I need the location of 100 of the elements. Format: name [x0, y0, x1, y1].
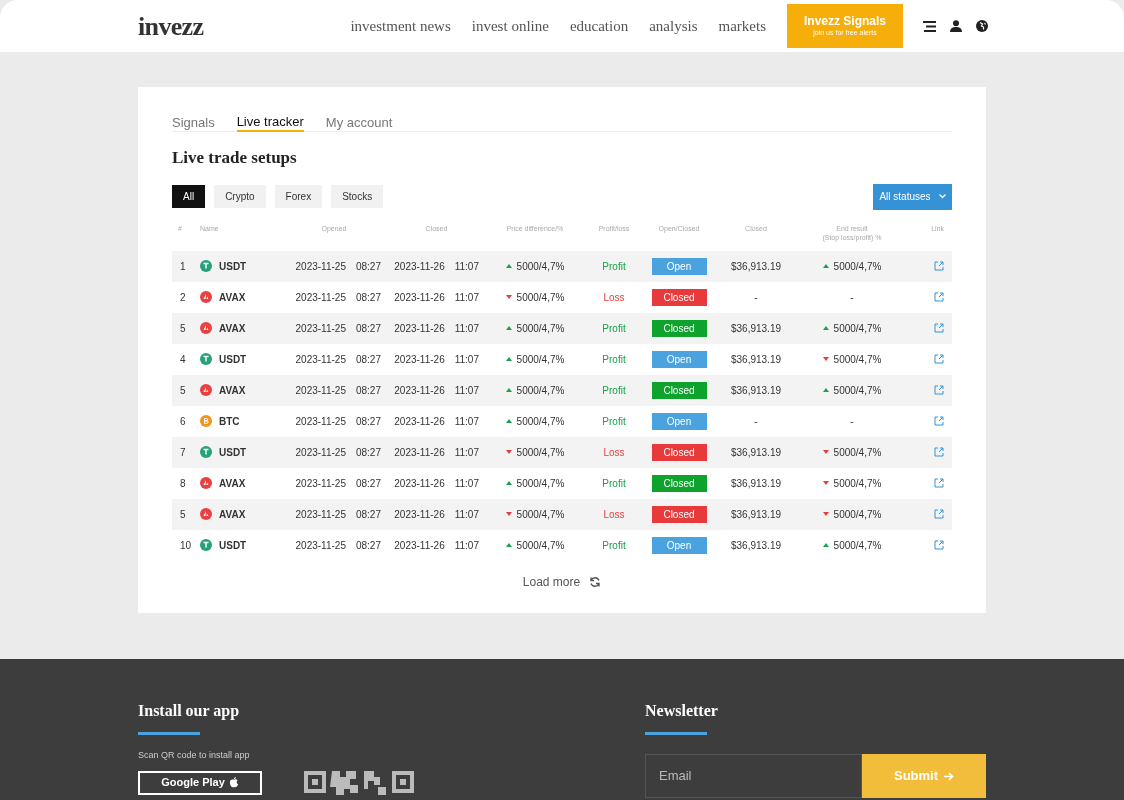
apple-icon — [228, 777, 239, 788]
store-button[interactable]: Google Play — [138, 770, 262, 795]
globe-icon[interactable] — [976, 20, 988, 32]
closed-value: - — [754, 414, 758, 429]
nav-link[interactable]: markets — [718, 14, 766, 38]
external-link-icon[interactable] — [934, 416, 944, 426]
closed-value: $36,913.19 — [730, 507, 782, 522]
result-text: Profit — [602, 538, 626, 553]
date-text: 2023-11-26 — [394, 414, 445, 429]
time-text: 11:07 — [454, 290, 479, 305]
external-link-icon[interactable] — [934, 540, 944, 550]
date-text: 2023-11-25 — [295, 445, 346, 460]
date-text: 2023-11-25 — [295, 321, 346, 336]
status-badge: Open — [651, 412, 707, 430]
date-text: 2023-11-25 — [295, 414, 346, 429]
external-link-icon[interactable] — [934, 509, 944, 519]
nav-link[interactable]: analysis — [649, 14, 698, 38]
tab[interactable]: My account — [325, 113, 393, 132]
date-text: 2023-11-26 — [394, 290, 445, 305]
time-text: 11:07 — [454, 445, 479, 460]
result-text: Profit — [602, 476, 626, 491]
time-text: 11:07 — [454, 414, 479, 429]
down-triangle-icon — [822, 481, 829, 485]
external-link-icon[interactable] — [934, 354, 944, 364]
end-result: - — [850, 290, 854, 305]
external-link-icon[interactable] — [934, 323, 944, 333]
time-text: 08:27 — [355, 445, 381, 460]
row-number: 5 — [179, 321, 187, 336]
coin-icon — [200, 322, 212, 334]
external-link-icon[interactable] — [934, 447, 944, 457]
user-icon[interactable] — [950, 20, 962, 32]
time-text: 08:27 — [355, 290, 381, 305]
nav-link[interactable]: investment news — [350, 14, 451, 38]
row-number: 5 — [179, 383, 187, 398]
asset-name: BTC — [219, 414, 240, 429]
nav-link[interactable]: invest online — [471, 14, 549, 38]
tab[interactable]: Signals — [172, 113, 215, 132]
closed-value: $36,913.19 — [730, 476, 782, 491]
time-text: 08:27 — [355, 538, 381, 553]
price-difference: 5000/4,7% — [516, 538, 565, 553]
end-result: 5000/4,7% — [833, 507, 882, 522]
end-result: 5000/4,7% — [833, 352, 882, 367]
result-text: Profit — [602, 383, 626, 398]
load-more-button[interactable]: Load more — [522, 572, 602, 591]
coin-icon — [200, 477, 212, 489]
external-link-icon[interactable] — [934, 478, 944, 488]
external-link-icon[interactable] — [934, 385, 944, 395]
date-text: 2023-11-26 — [394, 352, 445, 367]
nav-link[interactable]: education — [569, 14, 629, 38]
closed-value: $36,913.19 — [730, 352, 782, 367]
external-link-icon[interactable] — [934, 261, 944, 271]
end-result: 5000/4,7% — [833, 445, 882, 460]
logo[interactable]: invezz — [138, 6, 204, 46]
email-field[interactable]: Email — [645, 754, 862, 798]
row-number: 8 — [179, 476, 187, 491]
row-number: 4 — [179, 352, 187, 367]
qr-hint: Scan QR code to install app — [138, 749, 251, 762]
result-text: Profit — [602, 352, 626, 367]
tab[interactable]: Live tracker — [236, 113, 304, 132]
heading-underline — [138, 732, 200, 735]
result-text: Loss — [603, 507, 625, 522]
section-title: Live trade setups — [172, 147, 298, 169]
menu-icon[interactable] — [923, 20, 936, 32]
time-text: 08:27 — [355, 414, 381, 429]
filter-chip[interactable]: Stocks — [331, 185, 384, 208]
asset-name: USDT — [219, 445, 247, 460]
coin-icon — [200, 415, 212, 427]
up-triangle-icon — [505, 264, 512, 268]
closed-value: $36,913.19 — [730, 383, 782, 398]
footer-heading: Newsletter — [645, 701, 719, 721]
asset-name: AVAX — [219, 383, 246, 398]
down-triangle-icon — [822, 512, 829, 516]
up-triangle-icon — [505, 357, 512, 361]
status-badge: Open — [651, 257, 707, 275]
date-text: 2023-11-25 — [295, 383, 346, 398]
row-number: 5 — [179, 507, 187, 522]
status-badge: Closed — [651, 474, 707, 492]
filter-chip[interactable]: All — [172, 185, 206, 208]
end-result: 5000/4,7% — [833, 321, 882, 336]
date-text: 2023-11-26 — [394, 321, 445, 336]
time-text: 08:27 — [355, 352, 381, 367]
time-text: 08:27 — [355, 383, 381, 398]
status-badge: Closed — [651, 288, 707, 306]
status-badge: Closed — [651, 443, 707, 461]
time-text: 11:07 — [454, 383, 479, 398]
status-badge: Closed — [651, 319, 707, 337]
end-result: 5000/4,7% — [833, 538, 882, 553]
filter-chip[interactable]: Forex — [274, 185, 323, 208]
asset-name: USDT — [219, 352, 247, 367]
filter-chip[interactable]: Crypto — [214, 185, 266, 208]
row-number: 6 — [179, 414, 187, 429]
coin-icon — [200, 539, 212, 551]
coin-icon — [200, 508, 212, 520]
up-triangle-icon — [822, 326, 829, 330]
closed-value: $36,913.19 — [730, 321, 782, 336]
up-triangle-icon — [822, 264, 829, 268]
date-text: 2023-11-25 — [295, 290, 346, 305]
external-link-icon[interactable] — [934, 292, 944, 302]
closed-value: - — [754, 290, 758, 305]
up-triangle-icon — [505, 481, 512, 485]
